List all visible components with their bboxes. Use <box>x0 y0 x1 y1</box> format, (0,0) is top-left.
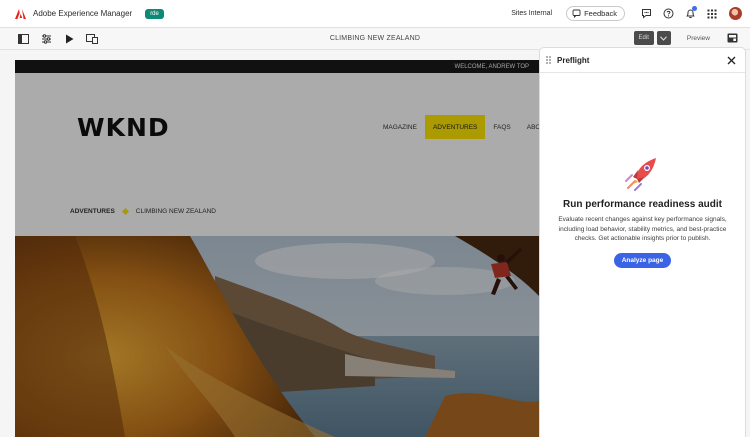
close-icon <box>727 56 735 64</box>
brand[interactable]: Adobe Experience Manager rde <box>0 8 164 20</box>
chat-icon[interactable] <box>637 5 655 23</box>
chevron-down-icon <box>660 35 668 41</box>
top-bar: Adobe Experience Manager rde Sites Inter… <box>0 0 750 28</box>
preflight-panel: Preflight Run performance readiness audi… <box>539 47 746 437</box>
play-icon[interactable] <box>62 32 76 46</box>
panel-header: Preflight <box>540 48 745 73</box>
adobe-logo-icon <box>14 8 26 20</box>
help-icon[interactable] <box>659 5 677 23</box>
environment-badge: rde <box>145 8 164 19</box>
page-canvas[interactable]: WELCOME, ANDREW TOP WKND MAGAZINE ADVENT… <box>15 60 539 437</box>
drag-handle-icon[interactable] <box>546 56 552 64</box>
panel-body: Run performance readiness audit Evaluate… <box>540 153 745 268</box>
app-name: Adobe Experience Manager <box>33 9 133 18</box>
sites-link[interactable]: Sites Internal <box>511 10 552 17</box>
feedback-label: Feedback <box>584 9 617 18</box>
feedback-button[interactable]: Feedback <box>566 6 625 21</box>
side-panel-toggle-icon[interactable] <box>16 32 30 46</box>
canvas-dim-overlay <box>15 60 539 437</box>
preview-button[interactable]: Preview <box>687 35 710 42</box>
audit-heading: Run performance readiness audit <box>563 199 722 210</box>
user-avatar[interactable] <box>729 7 742 20</box>
annotations-panel-icon[interactable] <box>726 32 738 44</box>
close-panel-button[interactable] <box>724 53 738 67</box>
analyze-page-button[interactable]: Analyze page <box>613 252 672 268</box>
notification-dot <box>692 5 697 11</box>
apps-grid-icon[interactable] <box>703 5 721 23</box>
mode-dropdown-button[interactable] <box>656 31 671 45</box>
panel-title: Preflight <box>557 55 590 65</box>
feedback-icon <box>572 9 581 18</box>
audit-description: Evaluate recent changes against key perf… <box>558 216 727 243</box>
rocket-icon <box>623 153 663 193</box>
edit-mode-button[interactable]: Edit <box>633 31 654 45</box>
emulator-devices-icon[interactable] <box>85 32 99 46</box>
properties-sliders-icon[interactable] <box>39 32 53 46</box>
notifications-bell-icon[interactable] <box>681 5 699 23</box>
